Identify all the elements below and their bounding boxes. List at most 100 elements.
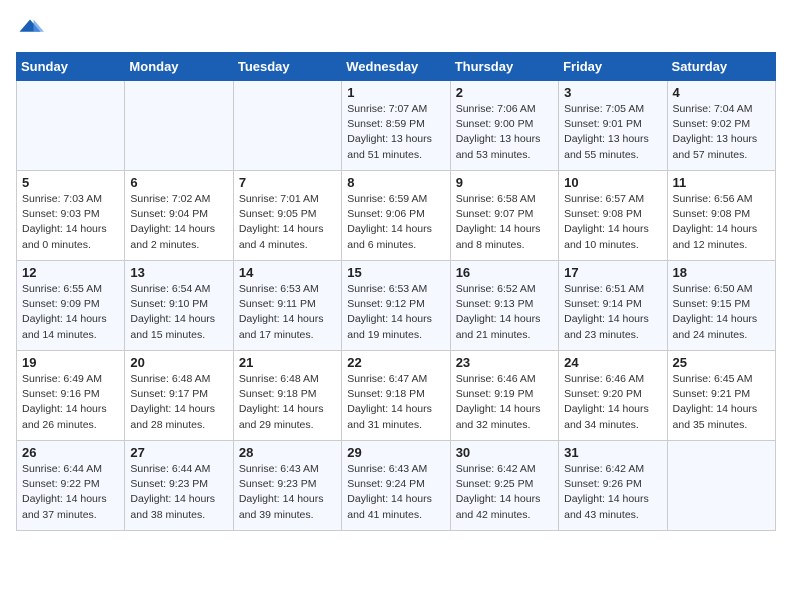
day-info: Sunrise: 7:06 AM Sunset: 9:00 PM Dayligh… [456,102,553,163]
day-number: 3 [564,85,661,100]
calendar-table: SundayMondayTuesdayWednesdayThursdayFrid… [16,52,776,531]
weekday-header: Thursday [450,53,558,81]
day-number: 23 [456,355,553,370]
day-number: 26 [22,445,119,460]
day-number: 28 [239,445,336,460]
day-info: Sunrise: 6:45 AM Sunset: 9:21 PM Dayligh… [673,372,770,433]
calendar-cell: 5 Sunrise: 7:03 AM Sunset: 9:03 PM Daylig… [17,171,125,261]
logo [16,16,48,44]
day-info: Sunrise: 6:52 AM Sunset: 9:13 PM Dayligh… [456,282,553,343]
calendar-cell [125,81,233,171]
day-info: Sunrise: 6:53 AM Sunset: 9:11 PM Dayligh… [239,282,336,343]
calendar-cell: 17 Sunrise: 6:51 AM Sunset: 9:14 PM Dayli… [559,261,667,351]
day-number: 4 [673,85,770,100]
calendar-cell: 13 Sunrise: 6:54 AM Sunset: 9:10 PM Dayli… [125,261,233,351]
calendar-cell: 7Sunrise: 7:01 AM Sunset: 9:05 PM Daylig… [233,171,341,261]
calendar-week-row: 5 Sunrise: 7:03 AM Sunset: 9:03 PM Daylig… [17,171,776,261]
calendar-cell: 22 Sunrise: 6:47 AM Sunset: 9:18 PM Dayli… [342,351,450,441]
calendar-cell: 15 Sunrise: 6:53 AM Sunset: 9:12 PM Dayli… [342,261,450,351]
day-number: 11 [673,175,770,190]
calendar-cell: 24 Sunrise: 6:46 AM Sunset: 9:20 PM Dayli… [559,351,667,441]
calendar-cell: 11Sunrise: 6:56 AM Sunset: 9:08 PM Dayli… [667,171,775,261]
day-info: Sunrise: 6:48 AM Sunset: 9:18 PM Dayligh… [239,372,336,433]
day-number: 30 [456,445,553,460]
day-number: 24 [564,355,661,370]
day-number: 8 [347,175,444,190]
calendar-cell: 14Sunrise: 6:53 AM Sunset: 9:11 PM Dayli… [233,261,341,351]
day-info: Sunrise: 6:43 AM Sunset: 9:23 PM Dayligh… [239,462,336,523]
day-number: 1 [347,85,444,100]
day-info: Sunrise: 6:42 AM Sunset: 9:26 PM Dayligh… [564,462,661,523]
day-info: Sunrise: 6:44 AM Sunset: 9:23 PM Dayligh… [130,462,227,523]
day-info: Sunrise: 6:46 AM Sunset: 9:19 PM Dayligh… [456,372,553,433]
day-number: 31 [564,445,661,460]
day-number: 21 [239,355,336,370]
day-info: Sunrise: 6:47 AM Sunset: 9:18 PM Dayligh… [347,372,444,433]
day-info: Sunrise: 6:58 AM Sunset: 9:07 PM Dayligh… [456,192,553,253]
calendar-header: SundayMondayTuesdayWednesdayThursdayFrid… [17,53,776,81]
day-number: 27 [130,445,227,460]
day-number: 22 [347,355,444,370]
logo-icon [16,16,44,44]
calendar-cell: 27 Sunrise: 6:44 AM Sunset: 9:23 PM Dayli… [125,441,233,531]
day-number: 16 [456,265,553,280]
day-number: 6 [130,175,227,190]
day-number: 15 [347,265,444,280]
weekday-header: Sunday [17,53,125,81]
calendar-cell: 3 Sunrise: 7:05 AM Sunset: 9:01 PM Daylig… [559,81,667,171]
day-info: Sunrise: 6:57 AM Sunset: 9:08 PM Dayligh… [564,192,661,253]
day-number: 19 [22,355,119,370]
calendar-cell: 10 Sunrise: 6:57 AM Sunset: 9:08 PM Dayli… [559,171,667,261]
calendar-cell: 9 Sunrise: 6:58 AM Sunset: 9:07 PM Daylig… [450,171,558,261]
day-info: Sunrise: 6:48 AM Sunset: 9:17 PM Dayligh… [130,372,227,433]
calendar-cell: 1 Sunrise: 7:07 AM Sunset: 8:59 PM Daylig… [342,81,450,171]
calendar-cell: 26 Sunrise: 6:44 AM Sunset: 9:22 PM Dayli… [17,441,125,531]
day-number: 17 [564,265,661,280]
calendar-week-row: 19 Sunrise: 6:49 AM Sunset: 9:16 PM Dayli… [17,351,776,441]
calendar-cell: 21 Sunrise: 6:48 AM Sunset: 9:18 PM Dayli… [233,351,341,441]
calendar-cell [667,441,775,531]
calendar-cell: 16 Sunrise: 6:52 AM Sunset: 9:13 PM Dayli… [450,261,558,351]
day-number: 10 [564,175,661,190]
day-info: Sunrise: 6:46 AM Sunset: 9:20 PM Dayligh… [564,372,661,433]
calendar-cell: 12 Sunrise: 6:55 AM Sunset: 9:09 PM Dayli… [17,261,125,351]
day-number: 7 [239,175,336,190]
calendar-week-row: 26 Sunrise: 6:44 AM Sunset: 9:22 PM Dayli… [17,441,776,531]
day-info: Sunrise: 7:05 AM Sunset: 9:01 PM Dayligh… [564,102,661,163]
calendar-cell: 8Sunrise: 6:59 AM Sunset: 9:06 PM Daylig… [342,171,450,261]
day-number: 13 [130,265,227,280]
calendar-cell [17,81,125,171]
day-info: Sunrise: 6:53 AM Sunset: 9:12 PM Dayligh… [347,282,444,343]
calendar-cell: 29Sunrise: 6:43 AM Sunset: 9:24 PM Dayli… [342,441,450,531]
day-info: Sunrise: 6:42 AM Sunset: 9:25 PM Dayligh… [456,462,553,523]
calendar-cell: 2Sunrise: 7:06 AM Sunset: 9:00 PM Daylig… [450,81,558,171]
day-number: 20 [130,355,227,370]
day-info: Sunrise: 6:49 AM Sunset: 9:16 PM Dayligh… [22,372,119,433]
day-info: Sunrise: 6:55 AM Sunset: 9:09 PM Dayligh… [22,282,119,343]
weekday-header: Saturday [667,53,775,81]
calendar-week-row: 12 Sunrise: 6:55 AM Sunset: 9:09 PM Dayli… [17,261,776,351]
day-number: 9 [456,175,553,190]
calendar-cell: 20 Sunrise: 6:48 AM Sunset: 9:17 PM Dayli… [125,351,233,441]
calendar-cell: 4 Sunrise: 7:04 AM Sunset: 9:02 PM Daylig… [667,81,775,171]
day-info: Sunrise: 7:03 AM Sunset: 9:03 PM Dayligh… [22,192,119,253]
weekday-header: Monday [125,53,233,81]
day-info: Sunrise: 6:44 AM Sunset: 9:22 PM Dayligh… [22,462,119,523]
day-info: Sunrise: 7:04 AM Sunset: 9:02 PM Dayligh… [673,102,770,163]
day-info: Sunrise: 6:54 AM Sunset: 9:10 PM Dayligh… [130,282,227,343]
day-info: Sunrise: 6:51 AM Sunset: 9:14 PM Dayligh… [564,282,661,343]
day-info: Sunrise: 6:43 AM Sunset: 9:24 PM Dayligh… [347,462,444,523]
day-info: Sunrise: 7:07 AM Sunset: 8:59 PM Dayligh… [347,102,444,163]
weekday-header: Wednesday [342,53,450,81]
day-number: 5 [22,175,119,190]
day-number: 18 [673,265,770,280]
calendar-cell: 25Sunrise: 6:45 AM Sunset: 9:21 PM Dayli… [667,351,775,441]
calendar-cell: 31 Sunrise: 6:42 AM Sunset: 9:26 PM Dayli… [559,441,667,531]
calendar-cell: 30 Sunrise: 6:42 AM Sunset: 9:25 PM Dayli… [450,441,558,531]
calendar-week-row: 1 Sunrise: 7:07 AM Sunset: 8:59 PM Daylig… [17,81,776,171]
weekday-header: Tuesday [233,53,341,81]
calendar-cell: 18Sunrise: 6:50 AM Sunset: 9:15 PM Dayli… [667,261,775,351]
day-number: 12 [22,265,119,280]
weekday-header: Friday [559,53,667,81]
calendar-cell: 19 Sunrise: 6:49 AM Sunset: 9:16 PM Dayli… [17,351,125,441]
